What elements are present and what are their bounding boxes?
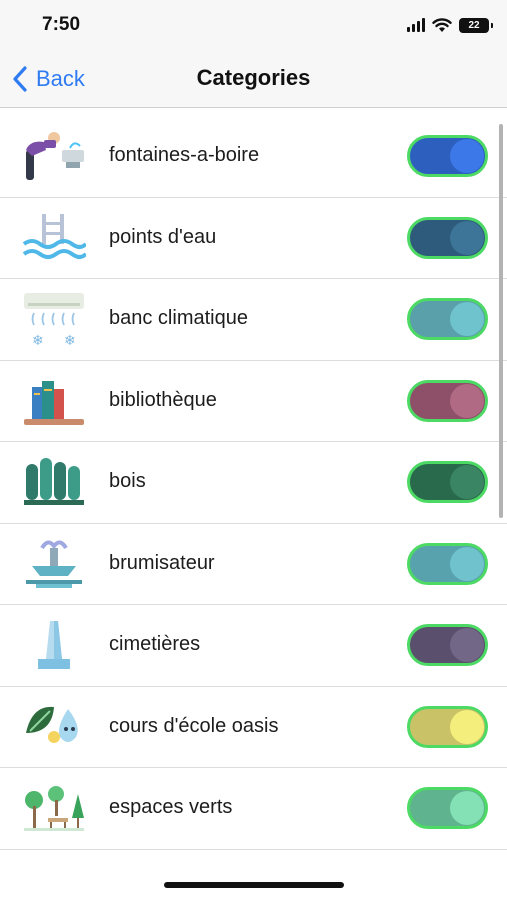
pool-water-icon bbox=[22, 213, 86, 259]
category-list: fontaines-a-boire points d'eau ❄ ❄ banc … bbox=[0, 116, 507, 850]
category-toggle[interactable] bbox=[407, 379, 488, 422]
category-label: cours d'école oasis bbox=[109, 714, 279, 737]
category-toggle[interactable] bbox=[407, 787, 488, 829]
toggle-knob bbox=[450, 465, 484, 499]
category-label: fontaines-a-boire bbox=[109, 144, 260, 166]
list-item: espaces verts bbox=[0, 768, 507, 850]
forest-icon bbox=[24, 458, 84, 505]
navigation-bar: Back Categories bbox=[0, 50, 507, 108]
category-toggle[interactable] bbox=[407, 542, 488, 585]
list-item: fontaines-a-boire bbox=[0, 116, 507, 198]
toggle-knob bbox=[450, 139, 484, 173]
toggle-knob bbox=[450, 546, 484, 581]
status-bar: 7:50 22 bbox=[0, 0, 507, 50]
category-toggle[interactable] bbox=[407, 298, 488, 340]
home-indicator[interactable] bbox=[164, 882, 344, 888]
svg-text:❄: ❄ bbox=[64, 333, 76, 347]
svg-text:❄: ❄ bbox=[32, 333, 44, 347]
category-toggle[interactable] bbox=[407, 624, 488, 666]
drinking-fountain-icon bbox=[26, 132, 84, 180]
list-item: bois bbox=[0, 442, 507, 524]
page-title: Categories bbox=[196, 65, 311, 90]
park-icon bbox=[24, 786, 84, 831]
category-label: points d'eau bbox=[109, 225, 217, 248]
category-label: bibliothèque bbox=[109, 388, 217, 411]
category-label: cimetières bbox=[109, 633, 201, 655]
scrollbar[interactable] bbox=[499, 124, 503, 518]
category-toggle[interactable] bbox=[407, 705, 488, 748]
obelisk-icon bbox=[38, 621, 70, 669]
category-toggle[interactable] bbox=[407, 216, 488, 259]
books-icon bbox=[24, 380, 84, 425]
category-label: bois bbox=[109, 470, 146, 492]
status-time: 7:50 bbox=[42, 14, 81, 35]
toggle-knob bbox=[450, 383, 484, 418]
air-conditioner-icon: ❄ ❄ bbox=[24, 293, 84, 347]
category-label: espaces verts bbox=[109, 796, 233, 818]
toggle-knob bbox=[450, 302, 484, 336]
list-item: brumisateur bbox=[0, 524, 507, 605]
category-toggle[interactable] bbox=[407, 135, 488, 177]
category-toggle[interactable] bbox=[407, 461, 488, 503]
cellular-signal-icon bbox=[407, 18, 425, 32]
list-item: bibliothèque bbox=[0, 361, 507, 442]
battery-icon: 22 bbox=[459, 17, 493, 33]
list-item: ❄ ❄ banc climatique bbox=[0, 279, 507, 361]
mist-fountain-icon bbox=[26, 540, 82, 588]
status-icons: 22 bbox=[407, 15, 493, 35]
toggle-knob bbox=[450, 628, 484, 662]
toggle-knob bbox=[450, 791, 484, 825]
toggle-knob bbox=[450, 220, 484, 255]
list-item: points d'eau bbox=[0, 198, 507, 279]
leaf-drop-icon bbox=[26, 706, 78, 743]
wifi-icon bbox=[432, 17, 452, 32]
list-item: cours d'école oasis bbox=[0, 687, 507, 768]
category-label: banc climatique bbox=[109, 307, 248, 329]
toggle-knob bbox=[450, 709, 484, 744]
battery-level: 22 bbox=[468, 19, 480, 31]
list-item: cimetières bbox=[0, 605, 507, 687]
category-label: brumisateur bbox=[109, 551, 215, 574]
